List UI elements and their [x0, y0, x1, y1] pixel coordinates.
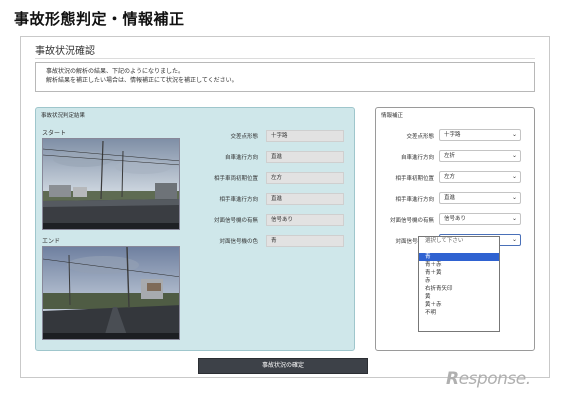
- end-label: エンド: [42, 238, 61, 245]
- analysis-notice: 事故状況の解析の結果、下記のようになりました。 解析結果を補正したい場合は、情報…: [35, 62, 535, 92]
- result-value-signal-color: 青: [266, 235, 344, 247]
- dropdown-option[interactable]: 右折青矢印: [419, 285, 499, 293]
- frame-divider: [35, 58, 535, 59]
- watermark-r: R: [446, 369, 459, 389]
- fix-select-own-direction[interactable]: 左折 ⌄: [439, 150, 521, 162]
- fix-select-intersection-type[interactable]: 十字路 ⌄: [439, 129, 521, 141]
- frame-title: 事故状況確認: [35, 46, 95, 57]
- result-value-own-direction: 直進: [266, 151, 344, 163]
- fix-label-other-direction: 相手車進行方向: [395, 197, 434, 203]
- chevron-down-icon: ⌄: [511, 236, 517, 243]
- fix-select-signal-present-value: 信号あり: [444, 216, 467, 222]
- result-panel: 事故状況判定結果 スタート エンド 交差点形態 十字路 自車進行方向 直進 相手…: [35, 107, 355, 351]
- dropdown-option[interactable]: 選択して下さい: [419, 237, 499, 245]
- result-label-other-initial-position: 相手車両初期位置: [213, 176, 258, 182]
- chevron-down-icon: ⌄: [511, 131, 517, 138]
- result-panel-title: 事故状況判定結果: [41, 113, 86, 119]
- dropdown-option-selected[interactable]: 青: [419, 253, 499, 261]
- fix-panel-title: 情報補正: [381, 113, 404, 119]
- dropdown-option[interactable]: 青＋黄: [419, 269, 499, 277]
- fix-select-other-initial-position-value: 左方: [444, 174, 456, 180]
- chevron-down-icon: ⌄: [511, 173, 517, 180]
- result-value-signal-present: 信号あり: [266, 214, 344, 226]
- result-label-other-direction: 相手車進行方向: [219, 197, 258, 203]
- notice-line-2: 解析結果を補正したい場合は、情報補正にて状況を補正してください。: [46, 77, 238, 84]
- confirm-accident-button[interactable]: 事故状況の確定: [198, 358, 368, 374]
- start-camera-image: [42, 138, 180, 230]
- fix-select-other-initial-position[interactable]: 左方 ⌄: [439, 171, 521, 183]
- result-label-signal-present: 対面信号機の有無: [213, 218, 258, 224]
- fix-label-other-initial-position: 相手車初期位置: [395, 176, 434, 182]
- dropdown-option-blank[interactable]: [419, 245, 499, 253]
- fix-select-intersection-type-value: 十字路: [444, 132, 461, 138]
- notice-line-1: 事故状況の解析の結果、下記のようになりました。: [46, 68, 185, 75]
- dropdown-option[interactable]: 黄: [419, 293, 499, 301]
- signal-color-dropdown: 選択して下さい 青 青＋赤 青＋黄 赤 右折青矢印 黄 黄＋赤 不明: [418, 236, 500, 332]
- dropdown-option[interactable]: 赤: [419, 277, 499, 285]
- start-camera-photo: [43, 139, 179, 229]
- dropdown-option[interactable]: 黄＋赤: [419, 301, 499, 309]
- result-label-intersection-type: 交差点形態: [230, 134, 258, 140]
- fix-label-intersection-type: 交差点形態: [406, 134, 434, 140]
- chevron-down-icon: ⌄: [511, 194, 517, 201]
- chevron-down-icon: ⌄: [511, 215, 517, 222]
- result-value-intersection-type: 十字路: [266, 130, 344, 142]
- result-label-signal-color: 対面信号機の色: [219, 239, 258, 245]
- watermark-rest: esponse.: [458, 369, 532, 389]
- fix-label-own-direction: 自車進行方向: [400, 155, 434, 161]
- fix-label-signal-present: 対面信号機の有無: [389, 218, 434, 224]
- dropdown-option[interactable]: 青＋赤: [419, 261, 499, 269]
- start-label: スタート: [42, 130, 67, 137]
- fix-select-own-direction-value: 左折: [444, 153, 456, 159]
- end-camera-photo: [43, 247, 179, 339]
- result-label-own-direction: 自車進行方向: [224, 155, 258, 161]
- response-watermark: Response.: [446, 369, 531, 389]
- result-value-other-direction: 直進: [266, 193, 344, 205]
- fix-select-signal-present[interactable]: 信号あり ⌄: [439, 213, 521, 225]
- end-camera-image: [42, 246, 180, 340]
- fix-select-other-direction[interactable]: 直進 ⌄: [439, 192, 521, 204]
- dropdown-option[interactable]: 不明: [419, 309, 499, 317]
- page-title: 事故形態判定・情報補正: [14, 10, 185, 28]
- result-value-other-initial-position: 左方: [266, 172, 344, 184]
- chevron-down-icon: ⌄: [511, 152, 517, 159]
- fix-select-other-direction-value: 直進: [444, 195, 456, 201]
